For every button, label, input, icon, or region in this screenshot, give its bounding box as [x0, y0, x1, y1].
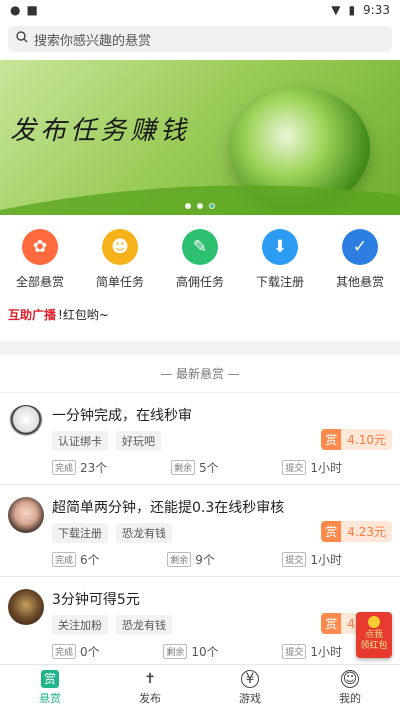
bottom-tab-bar: 赏 悬赏 ✝ 发布 ¥ 游戏 ☺ 我的	[0, 664, 400, 710]
task-tag: 关注加粉	[52, 615, 108, 635]
clipboard-icon: ✓	[342, 229, 378, 265]
section-divider	[0, 341, 400, 355]
banner-dot-active[interactable]	[209, 203, 215, 209]
category-label: 下载注册	[255, 275, 304, 289]
reward-badge: 赏 4.23元	[321, 521, 392, 542]
category-all-rewards[interactable]: ✿ 全部悬赏	[5, 229, 75, 290]
tab-label: 游戏	[239, 691, 261, 705]
stat-done: 完成 6个	[52, 551, 100, 568]
category-label: 全部悬赏	[15, 275, 64, 289]
download-icon: ⬇	[262, 229, 298, 265]
stat-remain: 剩余 9个	[167, 551, 215, 568]
latest-header: — 最新悬赏 —	[0, 355, 400, 393]
tab-publish[interactable]: ✝ 发布	[120, 665, 180, 710]
avatar	[8, 589, 44, 625]
tab-label: 我的	[339, 691, 361, 705]
reward-label: 赏	[321, 613, 342, 634]
tab-reward[interactable]: 赏 悬赏	[20, 665, 80, 710]
status-time: 9:33	[363, 3, 390, 17]
stat-submit: 提交 1小时	[282, 551, 342, 568]
clover-icon: ✿	[22, 229, 58, 265]
battery-icon: ▮	[348, 3, 356, 17]
game-icon: ¥	[241, 669, 259, 688]
red-packet-line2: 领红包	[360, 641, 388, 651]
red-packet-button[interactable]: 点我 领红包	[356, 612, 392, 658]
search-bar[interactable]: 搜索你感兴趣的悬赏	[8, 26, 392, 52]
task-title: 超简单两分钟，还能提0.3在线秒审核	[52, 500, 285, 516]
category-download-register[interactable]: ⬇ 下载注册	[245, 229, 315, 290]
reward-amount: 4.10元	[347, 433, 386, 447]
tab-label: 悬赏	[39, 691, 61, 705]
task-item[interactable]: 3分钟可得5元 关注加粉 恐龙有钱 完成0个 剩余10个 提交1小时 赏 4.2…	[0, 577, 400, 669]
status-bar: ● ■ ▼ ▮ 9:33	[0, 0, 400, 20]
avatar	[8, 497, 44, 533]
category-high-commission[interactable]: ✎ 高佣任务	[165, 229, 235, 290]
reward-badge: 赏 4.10元	[321, 429, 392, 450]
stat-done: 完成 23个	[52, 459, 107, 476]
banner-dot[interactable]	[185, 203, 191, 209]
task-tag: 下载注册	[52, 523, 108, 543]
task-title: 3分钟可得5元	[52, 592, 140, 608]
qq-icon: ●	[10, 3, 21, 17]
reward-icon: 赏	[41, 669, 59, 688]
category-other-rewards[interactable]: ✓ 其他悬赏	[325, 229, 395, 290]
tab-profile[interactable]: ☺ 我的	[320, 665, 380, 710]
category-grid: ✿ 全部悬赏 ☻ 简单任务 ✎ 高佣任务 ⬇ 下载注册 ✓ 其他悬赏	[0, 215, 400, 296]
banner-dot[interactable]	[197, 203, 203, 209]
edit-icon: ✎	[182, 229, 218, 265]
stat-submit: 提交 1小时	[282, 643, 342, 660]
task-title: 一分钟完成，在线秒审	[52, 408, 192, 424]
stat-done: 完成 0个	[52, 643, 100, 660]
profile-icon: ☺	[341, 669, 359, 688]
wifi-icon: ▼	[331, 3, 341, 17]
task-tag: 恐龙有钱	[116, 523, 172, 543]
bag-icon: ■	[26, 3, 38, 17]
task-tag: 认证绑卡	[52, 431, 108, 451]
category-simple-tasks[interactable]: ☻ 简单任务	[85, 229, 155, 290]
banner-pagination	[0, 203, 400, 209]
broadcast-bar[interactable]: 互助广播 !红包哟~	[0, 296, 400, 333]
latest-title: 最新悬赏	[175, 367, 224, 381]
red-packet-line1: 点我	[364, 630, 383, 640]
task-tag: 恐龙有钱	[116, 615, 172, 635]
task-item[interactable]: 一分钟完成，在线秒审 认证绑卡 好玩吧 完成 23个 剩余 5个 提交 1小时 赏 4…	[0, 393, 400, 485]
category-label: 简单任务	[95, 275, 144, 289]
category-label: 其他悬赏	[335, 275, 384, 289]
coin-icon	[368, 616, 380, 628]
publish-icon: ✝	[144, 670, 156, 687]
task-tag: 好玩吧	[116, 431, 161, 451]
search-input[interactable]: 搜索你感兴趣的悬赏	[34, 30, 151, 49]
stat-remain: 剩余 5个	[170, 459, 219, 476]
stat-submit: 提交 1小时	[282, 459, 342, 476]
promo-banner[interactable]: 发布任务赚钱	[0, 60, 400, 215]
reward-amount: 4.23元	[347, 525, 386, 539]
search-icon	[16, 31, 28, 47]
category-label: 高佣任务	[175, 275, 224, 289]
avatar	[8, 405, 44, 441]
task-item[interactable]: 超简单两分钟，还能提0.3在线秒审核 下载注册 恐龙有钱 完成 6个 剩余 9个 提…	[0, 485, 400, 577]
broadcast-tag: 互助广播	[8, 308, 57, 322]
tab-label: 发布	[139, 691, 161, 705]
user-icon: ☻	[102, 229, 138, 265]
stat-remain: 剩余 10个	[163, 643, 219, 660]
tab-game[interactable]: ¥ 游戏	[220, 665, 280, 710]
reward-label: 赏	[321, 429, 342, 450]
reward-label: 赏	[321, 521, 342, 542]
banner-title: 发布任务赚钱	[10, 116, 191, 146]
broadcast-text: !红包哟~	[58, 308, 109, 322]
